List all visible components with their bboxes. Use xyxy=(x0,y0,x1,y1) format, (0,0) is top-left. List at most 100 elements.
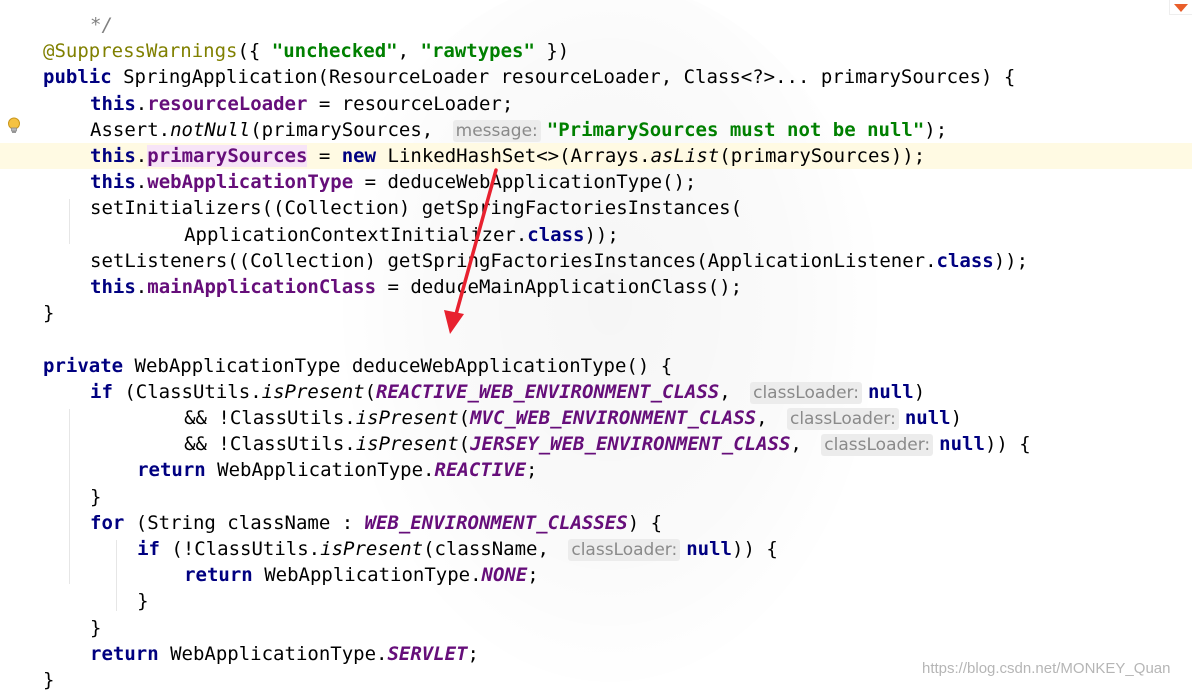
code-line[interactable]: setListeners((Collection) getSpringFacto… xyxy=(0,248,1192,274)
code-token: )) { xyxy=(732,538,778,560)
indent-guide xyxy=(68,199,70,244)
code-token: null xyxy=(904,407,951,429)
code-token: null xyxy=(867,380,914,403)
code-token: ({ xyxy=(237,40,272,63)
code-line[interactable]: this.webApplicationType = deduceWebAppli… xyxy=(0,169,1192,195)
code-line[interactable]: ApplicationContextInitializer.class)); xyxy=(0,222,1192,248)
code-line[interactable]: Assert.notNull(primarySources, message: "… xyxy=(0,117,1192,143)
code-token: )); xyxy=(584,223,619,246)
code-token: null xyxy=(939,433,985,456)
code-token: , xyxy=(790,433,814,456)
parameter-hint: classLoader: xyxy=(568,539,681,561)
code-line[interactable]: this.mainApplicationClass = deduceMainAp… xyxy=(0,274,1192,300)
code-token: SERVLET xyxy=(387,642,468,665)
code-line[interactable]: && !ClassUtils.isPresent(MVC_WEB_ENVIRON… xyxy=(0,405,1192,431)
code-token: = resourceLoader; xyxy=(307,92,514,115)
code-token: WEB_ENVIRONMENT_CLASSES xyxy=(364,511,628,534)
code-line[interactable]: this.resourceLoader = resourceLoader; xyxy=(0,91,1192,117)
code-token: WebApplicationType. xyxy=(252,564,482,587)
code-token: primarySources xyxy=(147,145,308,167)
lightbulb-icon[interactable] xyxy=(6,117,22,135)
indent-guide xyxy=(115,540,117,611)
code-token: @SuppressWarnings xyxy=(43,40,238,63)
code-token: ApplicationContextInitializer. xyxy=(184,223,528,246)
code-token: "unchecked" xyxy=(271,40,398,63)
parameter-hint: classLoader: xyxy=(750,381,862,404)
code-token: } xyxy=(137,590,149,613)
code-token: . xyxy=(135,171,148,194)
code-token: . xyxy=(135,276,148,298)
code-token: MVC_WEB_ENVIRONMENT_CLASS xyxy=(470,407,757,429)
code-token: , xyxy=(397,40,421,63)
code-token: (String className : xyxy=(124,511,365,534)
code-token: return xyxy=(137,459,206,482)
code-token: new xyxy=(341,145,377,167)
code-line[interactable]: private WebApplicationType deduceWebAppl… xyxy=(0,353,1192,379)
code-line[interactable]: } xyxy=(0,588,1192,614)
code-token: }) xyxy=(534,40,570,63)
code-line[interactable]: } xyxy=(0,615,1192,641)
code-line[interactable]: */ xyxy=(0,12,1192,38)
code-token: setListeners((Collection) getSpringFacto… xyxy=(90,249,937,272)
code-line[interactable]: if (!ClassUtils.isPresent(className, cla… xyxy=(0,536,1192,562)
code-token: return xyxy=(90,642,159,665)
code-token: class xyxy=(527,223,585,246)
code-token: (ClassUtils. xyxy=(112,380,262,403)
code-token: isPresent xyxy=(355,407,459,429)
code-token: if xyxy=(90,380,113,403)
code-token: "PrimarySources must not be null" xyxy=(546,118,925,141)
code-token: this xyxy=(90,92,136,115)
code-line[interactable]: if (ClassUtils.isPresent(REACTIVE_WEB_EN… xyxy=(0,379,1192,405)
code-token: )); xyxy=(993,249,1029,272)
code-line[interactable]: && !ClassUtils.isPresent(JERSEY_WEB_ENVI… xyxy=(0,431,1192,457)
code-token: . xyxy=(135,92,148,115)
code-token: WebApplicationType deduceWebApplicationT… xyxy=(123,354,673,377)
code-editor[interactable]: */@SuppressWarnings({ "unchecked", "rawt… xyxy=(0,0,1192,691)
code-line[interactable]: @SuppressWarnings({ "unchecked", "rawtyp… xyxy=(0,38,1192,64)
code-token: REACTIVE_WEB_ENVIRONMENT_CLASS xyxy=(376,380,720,403)
code-token: && !ClassUtils. xyxy=(184,433,356,456)
code-token: (primarySources, xyxy=(250,118,445,141)
code-line[interactable]: setInitializers((Collection) getSpringFa… xyxy=(0,195,1192,221)
parameter-hint: message: xyxy=(452,119,541,142)
code-token: ) { xyxy=(627,511,663,534)
code-token: (className, xyxy=(423,538,561,560)
code-token: isPresent xyxy=(261,380,365,403)
code-token: asList xyxy=(650,145,720,167)
code-token: ; xyxy=(527,564,539,587)
code-token: ( xyxy=(458,433,471,456)
code-token: , xyxy=(756,407,779,429)
code-line[interactable]: return WebApplicationType.REACTIVE; xyxy=(0,457,1192,483)
code-line[interactable]: public SpringApplication(ResourceLoader … xyxy=(0,64,1192,90)
code-token: ); xyxy=(924,118,948,141)
code-line[interactable]: for (String className : WEB_ENVIRONMENT_… xyxy=(0,510,1192,536)
code-token: return xyxy=(184,564,253,587)
code-line[interactable] xyxy=(0,326,1192,352)
code-line[interactable]: } xyxy=(0,484,1192,510)
code-token: ; xyxy=(526,459,538,482)
code-token: Assert. xyxy=(90,118,171,141)
code-token: mainApplicationClass xyxy=(147,276,377,298)
code-token: = xyxy=(307,145,342,167)
code-token: SpringApplication(ResourceLoader resourc… xyxy=(111,66,1016,89)
code-token: this xyxy=(90,276,136,298)
code-line[interactable]: this.primarySources = new LinkedHashSet<… xyxy=(0,143,1192,169)
code-token: setInitializers((Collection) getSpringFa… xyxy=(90,197,743,220)
code-line[interactable]: return WebApplicationType.NONE; xyxy=(0,562,1192,588)
code-token: LinkedHashSet<>(Arrays. xyxy=(376,145,651,167)
code-line[interactable]: } xyxy=(0,300,1192,326)
indent-guide xyxy=(68,409,70,585)
parameter-hint: classLoader: xyxy=(821,434,934,457)
code-token: = deduceWebApplicationType(); xyxy=(353,171,697,194)
code-token: resourceLoader xyxy=(147,92,308,115)
code-token: if xyxy=(137,538,160,560)
code-token: ( xyxy=(364,380,377,403)
code-token: notNull xyxy=(170,118,251,141)
code-token: "rawtypes" xyxy=(420,40,535,63)
code-token: = deduceMainApplicationClass(); xyxy=(376,276,743,298)
code-token: (primarySources)); xyxy=(719,145,926,167)
code-token: . xyxy=(135,145,148,167)
code-token: } xyxy=(90,485,102,508)
code-token: ; xyxy=(467,642,479,665)
code-token: this xyxy=(90,145,136,167)
